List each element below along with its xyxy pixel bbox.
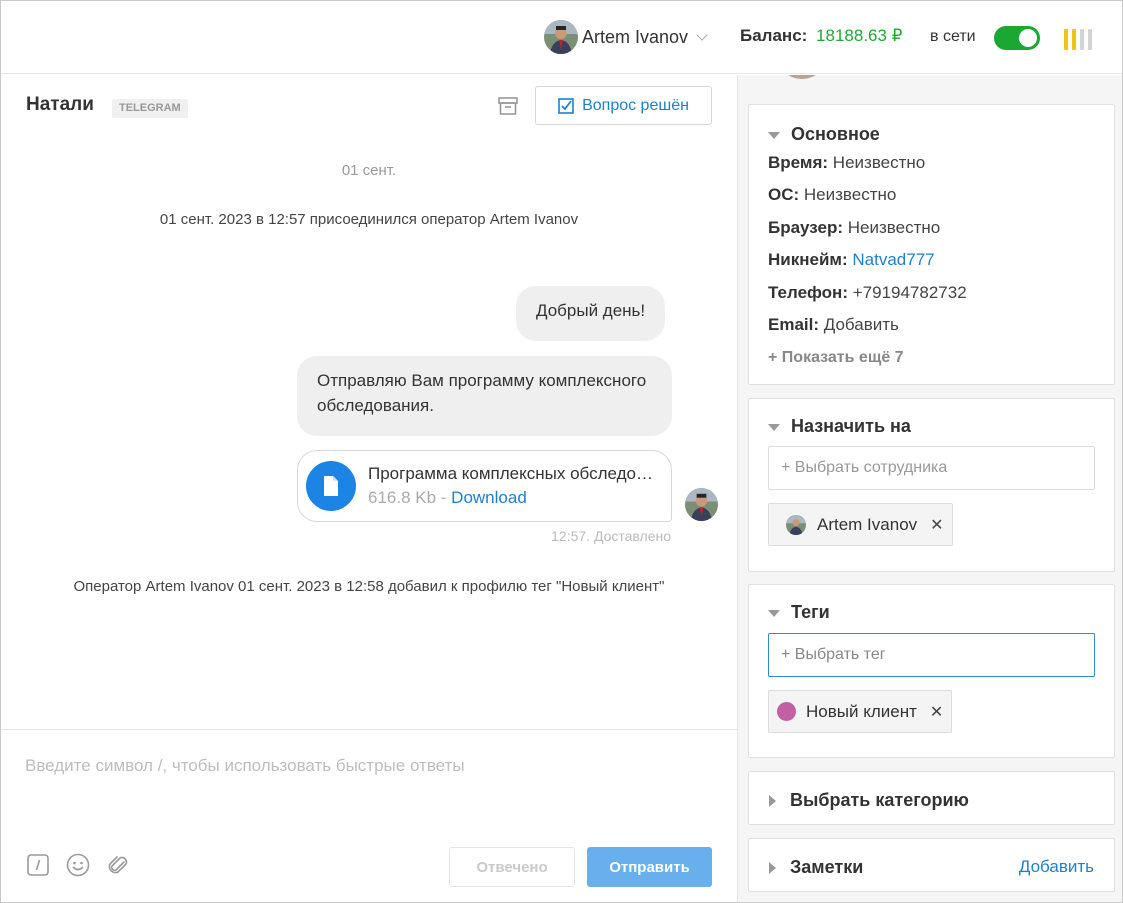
toggle-knob	[1019, 29, 1037, 47]
expand-triangle-icon	[769, 861, 776, 874]
assignee-avatar	[786, 514, 806, 535]
resolved-button[interactable]: Вопрос решён	[535, 86, 712, 125]
system-message: Оператор Artem Ivanov 01 сент. 2023 в 12…	[1, 578, 737, 596]
field-browser: Браузер: Неизвестно	[768, 218, 940, 238]
field-os-label: ОС:	[768, 185, 800, 204]
tag-name: Новый клиент	[806, 701, 917, 721]
remove-assignee-icon[interactable]: ✕	[930, 515, 943, 535]
notes-header[interactable]: Заметки	[768, 857, 863, 878]
signal-bar	[1088, 29, 1092, 50]
balance: Баланс: 18188.63 ₽	[740, 26, 903, 46]
category-title: Выбрать категорию	[790, 790, 969, 810]
operator-avatar	[685, 488, 718, 521]
field-phone-label: Телефон:	[768, 283, 848, 302]
date-separator: 01 сент.	[341, 162, 397, 179]
add-note-link[interactable]: Добавить	[1019, 857, 1094, 877]
contact-sidebar: Основное Время: Неизвестно ОС: Неизвестн…	[737, 75, 1122, 902]
collapse-triangle-icon	[768, 132, 780, 139]
balance-label: Баланс:	[740, 26, 808, 45]
signal-bar	[1064, 29, 1068, 50]
answered-button[interactable]: Отвечено	[449, 847, 575, 887]
notes-title: Заметки	[790, 857, 864, 877]
balance-value: 18188.63 ₽	[816, 26, 903, 45]
quick-reply-icon[interactable]	[25, 852, 51, 878]
collapse-triangle-icon	[768, 610, 780, 617]
category-header[interactable]: Выбрать категорию	[768, 790, 969, 811]
user-menu[interactable]: Artem Ivanov	[544, 20, 708, 54]
show-more-button[interactable]: + Показать ещё 7	[768, 349, 904, 367]
collapse-triangle-icon	[768, 424, 780, 431]
composer: Отвечено Отправить	[1, 729, 737, 902]
chevron-down-icon	[696, 29, 708, 41]
message-bubble: Добрый день!	[516, 286, 666, 341]
file-meta: 616.8 Kb - Download	[368, 488, 527, 508]
field-os-value: Неизвестно	[803, 185, 897, 204]
field-browser-label: Браузер:	[768, 218, 844, 237]
field-time: Время: Неизвестно	[768, 153, 925, 173]
online-status-label: в сети	[930, 28, 976, 45]
remove-tag-icon[interactable]: ✕	[930, 702, 943, 722]
channel-badge: TELEGRAM	[112, 99, 188, 118]
field-os: ОС: Неизвестно	[768, 185, 896, 205]
basic-info-card: Основное Время: Неизвестно ОС: Неизвестн…	[748, 104, 1115, 385]
attach-icon[interactable]	[105, 852, 131, 878]
chat-panel: Натали TELEGRAM Вопрос решён 01 сент. 01…	[1, 75, 737, 902]
field-time-value: Неизвестно	[832, 153, 926, 172]
expand-triangle-icon	[769, 794, 776, 807]
file-attachment: Программа комплексных обследований 616.8…	[297, 450, 672, 522]
field-browser-value: Неизвестно	[847, 218, 941, 237]
tags-header[interactable]: Теги	[768, 602, 830, 623]
tag-note-text: Оператор Artem Ivanov 01 сент. 2023 в 12…	[73, 578, 665, 595]
checkbox-icon	[558, 97, 574, 114]
field-nickname: Никнейм: Natvad777	[768, 250, 935, 270]
select-tag-input[interactable]: + Выбрать тег	[768, 633, 1095, 677]
file-icon	[306, 461, 356, 511]
message-status: 12:57. Доставлено	[551, 528, 671, 544]
contact-name: Натали	[26, 94, 94, 115]
assign-card: Назначить на + Выбрать сотрудника Artem …	[748, 398, 1115, 572]
file-size: 616.8 Kb	[368, 488, 437, 507]
online-toggle[interactable]	[994, 26, 1040, 50]
tag-chip: Новый клиент ✕	[768, 690, 953, 733]
send-button[interactable]: Отправить	[587, 847, 712, 887]
system-message: 01 сент. 2023 в 12:57 присоединился опер…	[159, 211, 579, 228]
file-name: Программа комплексных обследований	[368, 464, 653, 483]
select-employee-input[interactable]: + Выбрать сотрудника	[768, 446, 1095, 490]
field-nickname-label: Никнейм:	[768, 250, 848, 269]
field-email: Email: Добавить	[768, 315, 899, 335]
emoji-icon[interactable]	[65, 852, 91, 878]
user-name: Artem Ivanov	[582, 26, 689, 47]
assignee-name: Artem Ivanov	[817, 514, 918, 534]
assign-header[interactable]: Назначить на	[768, 416, 911, 437]
top-bar: Artem Ivanov Баланс: 18188.63 ₽ в сети	[1, 1, 1122, 74]
email-add-link[interactable]: Добавить	[824, 315, 899, 334]
basic-info-header[interactable]: Основное	[768, 124, 880, 145]
tags-title: Теги	[791, 602, 830, 622]
file-meta-separator: -	[436, 488, 452, 507]
category-card: Выбрать категорию	[748, 771, 1115, 825]
field-time-label: Время:	[768, 153, 829, 172]
basic-info-title: Основное	[791, 124, 880, 144]
nickname-link[interactable]: Natvad777	[852, 250, 934, 269]
tags-card: Теги + Выбрать тег Новый клиент ✕	[748, 584, 1115, 758]
field-phone-value: +79194782732	[852, 283, 967, 302]
download-link[interactable]: Download	[451, 488, 527, 507]
archive-icon[interactable]	[497, 95, 519, 117]
assign-title: Назначить на	[791, 416, 911, 436]
field-phone: Телефон: +79194782732	[768, 283, 967, 303]
message-input[interactable]	[25, 756, 715, 776]
signal-bar	[1072, 29, 1076, 50]
notes-card: Заметки Добавить	[748, 838, 1115, 892]
contact-avatar	[779, 75, 825, 79]
signal-bar	[1080, 29, 1084, 50]
user-avatar	[544, 20, 578, 54]
signal-bars-icon	[1064, 29, 1092, 50]
tag-color-dot	[777, 702, 796, 721]
message-bubble: Отправляю Вам программу комплексного обс…	[297, 356, 672, 436]
assignee-chip: Artem Ivanov ✕	[768, 503, 953, 546]
field-email-label: Email:	[768, 315, 820, 334]
resolved-label: Вопрос решён	[582, 96, 689, 114]
